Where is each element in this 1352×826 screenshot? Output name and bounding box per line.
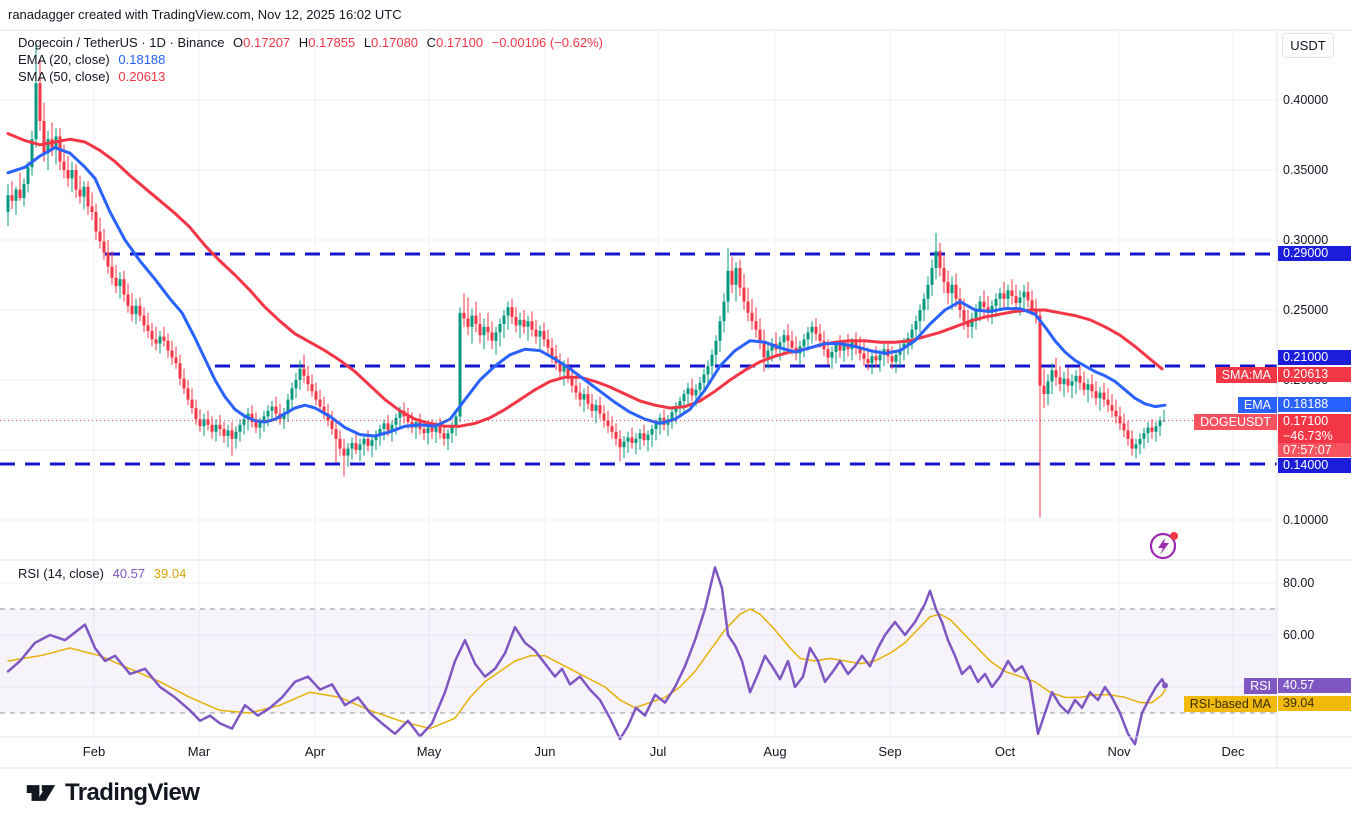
open-label: O (233, 35, 243, 50)
price-axis-label: 0.10000 (1283, 512, 1328, 528)
last-price-badge-row: −46.73% (1278, 429, 1351, 443)
main-chart-pane[interactable] (0, 30, 1277, 560)
month-label-aug: Aug (763, 744, 786, 759)
flash-icon (1148, 529, 1180, 561)
rsi-pane[interactable] (0, 560, 1277, 737)
ema-legend-name: EMA (20, close) (18, 52, 110, 67)
ema-legend[interactable]: EMA (20, close) 0.18188 (18, 52, 170, 67)
close-value: 0.17100 (436, 35, 483, 50)
low-label: L (364, 35, 371, 50)
month-label-nov: Nov (1107, 744, 1130, 759)
rsi-axis-label: 80.00 (1283, 575, 1314, 591)
rsi-ma-badge-value: 39.04 (1278, 696, 1351, 711)
rsi-ma-badge-label: RSI-based MA (1184, 696, 1277, 712)
close-label: C (427, 35, 436, 50)
sma-legend[interactable]: SMA (50, close) 0.20613 (18, 69, 170, 84)
month-label-feb: Feb (83, 744, 105, 759)
symbol-title: Dogecoin / TetherUS · 1D · Binance (18, 35, 224, 50)
currency-toggle-button[interactable]: USDT (1282, 33, 1334, 58)
ema-badge: 0.18188 (1278, 397, 1351, 412)
level-badge-014-value: 0.14000 (1278, 458, 1351, 473)
last-price-badge-row: 07:57:07 (1278, 443, 1351, 457)
tradingview-logo[interactable]: TradingView (26, 779, 199, 807)
ema-legend-value: 0.18188 (118, 52, 165, 67)
month-label-sep: Sep (878, 744, 901, 759)
month-label-may: May (417, 744, 442, 759)
rsi-axis-label: 60.00 (1283, 627, 1314, 643)
price-axis-label: 0.35000 (1283, 162, 1328, 178)
last-price-badge-value: 0.17100 (1278, 414, 1351, 429)
sma-legend-name: SMA (50, close) (18, 69, 110, 84)
high-value: 0.17855 (308, 35, 355, 50)
rsi-legend[interactable]: RSI (14, close) 40.57 39.04 (18, 566, 191, 581)
last-price-badge: 0.17100−46.73%07:57:07 (1278, 414, 1351, 457)
rsi-ma-legend-value: 39.04 (154, 566, 187, 581)
high-label: H (299, 35, 308, 50)
tradingview-wordmark: TradingView (65, 779, 199, 807)
sma-badge: 0.20613 (1278, 367, 1351, 382)
change-value: −0.00106 (−0.62%) (492, 35, 603, 50)
lightning-bolt-icon (1158, 538, 1169, 555)
level-badge-029-value: 0.29000 (1278, 246, 1351, 261)
flash-button[interactable] (1148, 529, 1180, 561)
tradingview-chart-screenshot: ranadagger created with TradingView.com,… (0, 0, 1352, 826)
month-label-mar: Mar (188, 744, 210, 759)
price-axis-label: 0.40000 (1283, 92, 1328, 108)
rsi-badge: 40.57 (1278, 678, 1351, 693)
level-badge-021: 0.21000 (1278, 350, 1351, 365)
tradingview-logo-icon (26, 780, 56, 806)
level-badge-021-value: 0.21000 (1278, 350, 1351, 365)
rsi-ma-badge: 39.04 (1278, 696, 1351, 711)
ema-badge-label: EMA (1238, 397, 1277, 413)
level-badge-029: 0.29000 (1278, 246, 1351, 261)
month-label-apr: Apr (305, 744, 325, 759)
sma-badge-value: 0.20613 (1278, 367, 1351, 382)
rsi-badge-value: 40.57 (1278, 678, 1351, 693)
sma-badge-label: SMA:MA (1216, 367, 1277, 383)
month-label-dec: Dec (1221, 744, 1244, 759)
open-value: 0.17207 (243, 35, 290, 50)
price-axis-label: 0.25000 (1283, 302, 1328, 318)
sma-legend-value: 0.20613 (118, 69, 165, 84)
ema-badge-value: 0.18188 (1278, 397, 1351, 412)
notification-dot (1170, 532, 1178, 540)
last-price-badge-label: DOGEUSDT (1194, 414, 1277, 430)
rsi-badge-label: RSI (1244, 678, 1277, 694)
month-label-oct: Oct (995, 744, 1015, 759)
month-label-jul: Jul (650, 744, 667, 759)
rsi-legend-value: 40.57 (113, 566, 146, 581)
month-label-jun: Jun (535, 744, 556, 759)
low-value: 0.17080 (371, 35, 418, 50)
level-badge-014: 0.14000 (1278, 458, 1351, 473)
rsi-legend-name: RSI (14, close) (18, 566, 104, 581)
symbol-legend[interactable]: Dogecoin / TetherUS · 1D · Binance O0.17… (18, 35, 608, 50)
